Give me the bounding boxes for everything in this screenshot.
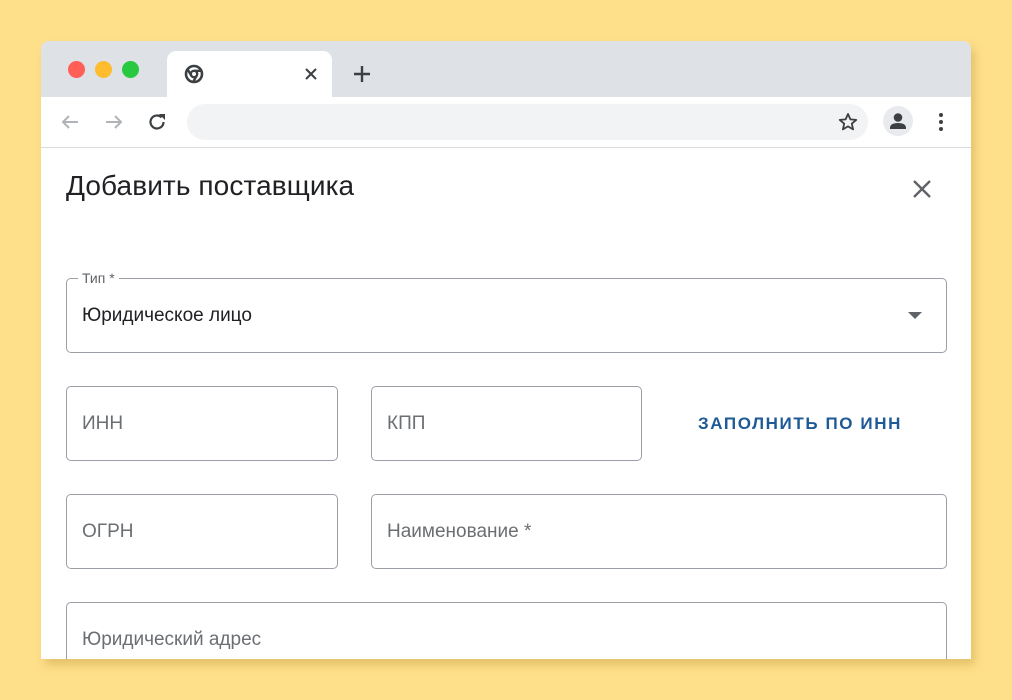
address-bar[interactable] (187, 104, 868, 140)
name-field[interactable]: Наименование * (371, 494, 947, 569)
close-icon[interactable] (301, 64, 321, 84)
close-icon[interactable] (910, 177, 934, 201)
fill-by-inn-button[interactable]: ЗАПОЛНИТЬ ПО ИНН (681, 402, 919, 446)
close-window-button[interactable] (68, 61, 85, 78)
maximize-window-button[interactable] (122, 61, 139, 78)
chevron-down-icon (908, 312, 922, 319)
legal-address-placeholder: Юридический адрес (82, 628, 262, 650)
kpp-placeholder: КПП (387, 412, 426, 434)
type-select[interactable]: Тип * Юридическое лицо (66, 270, 947, 353)
name-placeholder: Наименование * (387, 520, 532, 542)
arrow-left-icon[interactable] (59, 111, 81, 133)
dialog-title: Добавить поставщика (66, 170, 355, 201)
type-value: Юридическое лицо (82, 304, 252, 326)
minimize-window-button[interactable] (95, 61, 112, 78)
arrow-right-icon[interactable] (103, 111, 125, 133)
inn-field[interactable]: ИНН (66, 386, 338, 461)
person-icon (890, 113, 906, 129)
tab-strip (41, 41, 971, 97)
legal-address-field[interactable]: Юридический адрес (66, 602, 947, 659)
browser-window: Добавить поставщика Тип * Юридическое ли… (41, 41, 971, 659)
inn-placeholder: ИНН (82, 412, 124, 434)
ogrn-placeholder: ОГРН (82, 520, 134, 542)
add-supplier-dialog: Добавить поставщика Тип * Юридическое ли… (41, 148, 971, 659)
chrome-icon (184, 64, 204, 84)
plus-icon[interactable] (350, 62, 374, 86)
star-icon[interactable] (838, 112, 858, 132)
kpp-field[interactable]: КПП (371, 386, 642, 461)
browser-tab[interactable] (167, 51, 332, 97)
profile-button[interactable] (883, 106, 913, 136)
more-vert-icon[interactable] (931, 111, 951, 133)
browser-toolbar (41, 97, 971, 148)
reload-icon[interactable] (146, 111, 168, 133)
ogrn-field[interactable]: ОГРН (66, 494, 338, 569)
